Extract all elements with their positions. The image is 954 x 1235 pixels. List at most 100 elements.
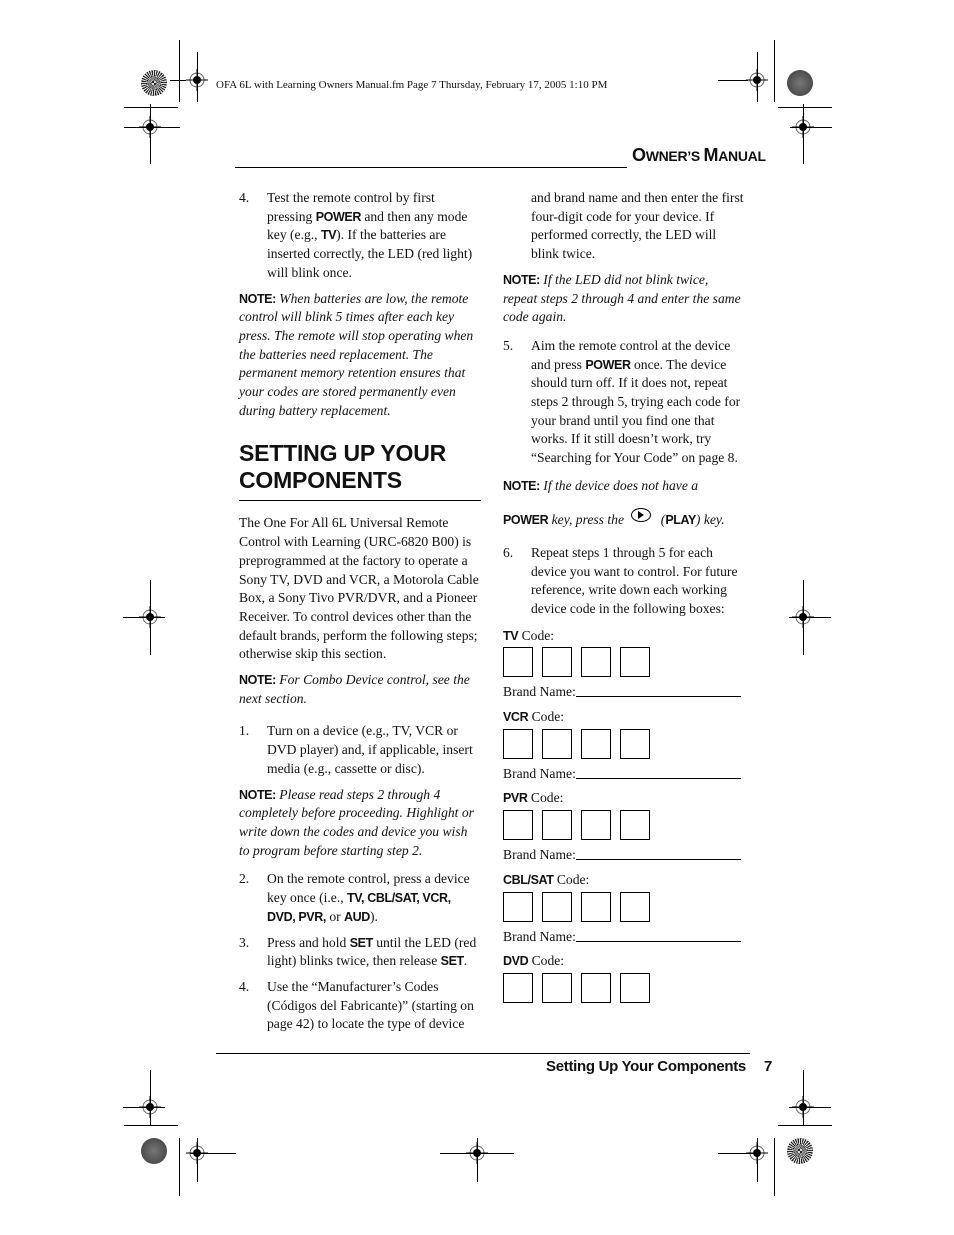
registration-rose-icon bbox=[141, 70, 167, 96]
step-number: 4. bbox=[239, 190, 250, 205]
step-text: Turn on a device (e.g., TV, VCR or DVD p… bbox=[267, 723, 473, 776]
crop-mark bbox=[757, 52, 758, 102]
crop-mark bbox=[123, 617, 165, 618]
code-boxes bbox=[503, 972, 745, 1003]
code-digit-box[interactable] bbox=[542, 972, 572, 1003]
step-3: 3. Press and hold SET until the LED (red… bbox=[239, 934, 481, 971]
intro-paragraph: The One For All 6L Universal Remote Cont… bbox=[239, 515, 479, 662]
brand-name-field: Brand Name: bbox=[503, 846, 745, 865]
note-label: NOTE: bbox=[239, 787, 276, 802]
code-digit-box[interactable] bbox=[581, 728, 611, 759]
device-code-label: TV Code: bbox=[503, 627, 745, 646]
code-digit-box[interactable] bbox=[503, 728, 533, 759]
note-body: key, press the bbox=[548, 511, 628, 527]
code-boxes bbox=[503, 647, 745, 678]
crop-mark bbox=[778, 107, 832, 108]
step-text: ). bbox=[369, 908, 378, 924]
note-label: NOTE: bbox=[239, 673, 276, 688]
code-digit-box[interactable] bbox=[581, 891, 611, 922]
step-2: 2. On the remote control, press a device… bbox=[239, 870, 481, 926]
code-digit-box[interactable] bbox=[581, 972, 611, 1003]
code-digit-box[interactable] bbox=[503, 810, 533, 841]
running-head-letter: O bbox=[632, 145, 646, 165]
brand-name-field: Brand Name: bbox=[503, 683, 745, 702]
code-digit-box[interactable] bbox=[620, 810, 650, 841]
crop-mark bbox=[790, 127, 832, 128]
code-digit-box[interactable] bbox=[620, 728, 650, 759]
page-number: 7 bbox=[763, 1058, 773, 1075]
play-icon bbox=[631, 507, 652, 522]
code-digit-box[interactable] bbox=[503, 972, 533, 1003]
brand-name-blank[interactable] bbox=[575, 929, 741, 942]
device-code-group: CBL/SAT Code: Brand Name: bbox=[503, 871, 745, 946]
brand-name-blank[interactable] bbox=[575, 847, 741, 861]
registration-rose-icon bbox=[787, 1138, 813, 1164]
step-number: 3. bbox=[239, 934, 250, 950]
code-digit-box[interactable] bbox=[581, 647, 611, 678]
code-digit-box[interactable] bbox=[542, 810, 572, 841]
note-combo: NOTE: For Combo Device control, see the … bbox=[239, 671, 481, 708]
crop-mark bbox=[718, 80, 748, 81]
brand-name-label: Brand Name: bbox=[503, 765, 576, 781]
crop-mark bbox=[757, 1138, 758, 1182]
brand-name-field: Brand Name: bbox=[503, 765, 745, 784]
step-number: 2. bbox=[239, 871, 250, 887]
step-number: 1. bbox=[239, 723, 250, 739]
crop-mark bbox=[789, 1107, 831, 1108]
code-digit-box[interactable] bbox=[620, 972, 650, 1003]
key-name: SET bbox=[440, 954, 465, 969]
crop-mark bbox=[150, 580, 151, 655]
code-digit-box[interactable] bbox=[581, 810, 611, 841]
device-code-label: VCR Code: bbox=[503, 708, 745, 727]
step-5: 5. Aim the remote control at the device … bbox=[503, 337, 745, 468]
crop-mark bbox=[150, 104, 151, 164]
registration-rose-icon bbox=[141, 1138, 167, 1164]
key-name: TV bbox=[320, 228, 337, 243]
key-name: PLAY bbox=[665, 512, 696, 527]
code-suffix: Code: bbox=[528, 953, 565, 969]
header-rule bbox=[235, 167, 627, 168]
step-4-lookup: 4. Use the “Manufacturer’s Codes (Código… bbox=[239, 978, 481, 1034]
code-digit-box[interactable] bbox=[503, 647, 533, 678]
step-text: Repeat steps 1 through 5 for each device… bbox=[531, 544, 738, 616]
brand-name-blank[interactable] bbox=[575, 684, 741, 698]
code-digit-box[interactable] bbox=[542, 728, 572, 759]
crop-mark bbox=[124, 107, 178, 108]
note-label: NOTE: bbox=[503, 478, 540, 493]
brand-name-label: Brand Name: bbox=[503, 684, 576, 700]
device-code-group: VCR Code: Brand Name: bbox=[503, 708, 745, 783]
step-text: or bbox=[325, 908, 345, 924]
note-no-power-key: NOTE: If the device does not have a POWE… bbox=[503, 469, 745, 537]
device-code-label: DVD Code: bbox=[503, 952, 745, 971]
crop-mark bbox=[150, 1070, 151, 1125]
step-text: Use the “Manufacturer’s Codes (Códigos d… bbox=[267, 978, 474, 1032]
code-boxes bbox=[503, 810, 745, 841]
note-battery: NOTE: When batteries are low, the remote… bbox=[239, 290, 481, 421]
crop-mark bbox=[718, 1153, 758, 1154]
note-led-repeat: NOTE: If the LED did not blink twice, re… bbox=[503, 271, 745, 327]
note-body: If the device does not have a bbox=[539, 477, 699, 493]
crop-mark bbox=[803, 1070, 804, 1125]
code-boxes bbox=[503, 728, 745, 759]
code-digit-box[interactable] bbox=[542, 647, 572, 678]
slug-line: OFA 6L with Learning Owners Manual.fm Pa… bbox=[216, 79, 608, 91]
step-number: 5. bbox=[503, 337, 514, 353]
code-digit-box[interactable] bbox=[620, 891, 650, 922]
step-1: 1. Turn on a device (e.g., TV, VCR or DV… bbox=[239, 722, 481, 778]
device-key-name: TV bbox=[503, 628, 519, 643]
crop-mark bbox=[197, 52, 198, 102]
section-title: SETTING UP YOUR COMPONENTS bbox=[239, 440, 447, 494]
device-key-name: CBL/SAT bbox=[503, 872, 554, 887]
footer-rule bbox=[216, 1053, 750, 1054]
crop-mark bbox=[778, 1125, 832, 1126]
device-code-list: TV Code: Brand Name: VCR Code: Brand Name: P… bbox=[503, 627, 745, 1003]
crop-mark bbox=[477, 1138, 478, 1182]
step-text: once. The device should turn off. If it … bbox=[531, 356, 741, 466]
code-digit-box[interactable] bbox=[503, 891, 533, 922]
key-name: POWER bbox=[585, 357, 631, 372]
step-text: Press and hold bbox=[267, 934, 350, 950]
crop-mark bbox=[774, 1138, 775, 1196]
brand-name-blank[interactable] bbox=[575, 766, 741, 779]
code-digit-box[interactable] bbox=[620, 647, 650, 678]
code-digit-box[interactable] bbox=[542, 891, 572, 922]
